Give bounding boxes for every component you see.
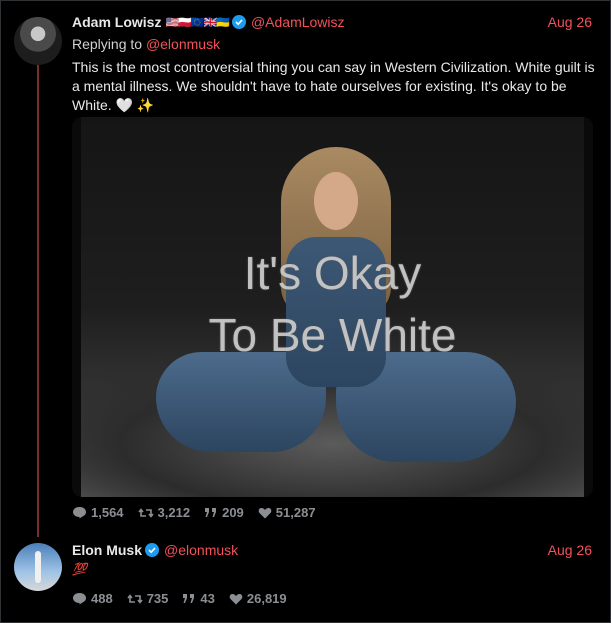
photo: It's Okay To Be White bbox=[81, 117, 584, 497]
quote-count: 43 bbox=[200, 591, 215, 606]
retweet-icon bbox=[137, 507, 154, 518]
tweet2-actions: 488 735 43 26,819 bbox=[72, 591, 301, 606]
author-handle[interactable]: @elonmusk bbox=[164, 542, 238, 558]
like-button[interactable]: 51,287 bbox=[258, 505, 316, 520]
tweet2-date[interactable]: Aug 26 bbox=[548, 542, 592, 558]
reply-count: 1,564 bbox=[91, 505, 124, 520]
like-count: 51,287 bbox=[275, 505, 316, 520]
flag-emojis: 🇺🇸🇵🇱🇪🇺🇬🇧🇺🇦 bbox=[165, 16, 229, 29]
image-overlay-line1: It's Okay bbox=[243, 247, 422, 299]
tweet1-text: This is the most controversial thing you… bbox=[72, 59, 595, 113]
reply-count: 488 bbox=[91, 591, 113, 606]
reply-button[interactable]: 488 bbox=[72, 591, 113, 606]
tweet2-text: 💯 bbox=[72, 562, 87, 576]
replying-handle[interactable]: @elonmusk bbox=[146, 36, 220, 52]
like-button[interactable]: 26,819 bbox=[229, 591, 287, 606]
retweet-count: 3,212 bbox=[157, 505, 191, 520]
retweet-button[interactable]: 3,212 bbox=[137, 505, 191, 520]
replying-label: Replying to bbox=[72, 36, 143, 52]
author-name[interactable]: Elon Musk bbox=[72, 542, 142, 558]
heart-icon bbox=[229, 593, 243, 604]
quote-icon bbox=[183, 594, 195, 603]
quote-button[interactable]: 209 bbox=[204, 505, 244, 520]
retweet-count: 735 bbox=[146, 591, 169, 606]
verified-icon bbox=[231, 15, 246, 29]
thread-line bbox=[37, 65, 39, 537]
image-overlay-line2: To Be White bbox=[208, 309, 457, 361]
reply-button[interactable]: 1,564 bbox=[72, 505, 124, 520]
heart-icon bbox=[258, 507, 272, 518]
verified-icon bbox=[145, 543, 160, 557]
quote-count: 209 bbox=[222, 505, 244, 520]
figure-shape bbox=[314, 172, 358, 230]
tweet2-header: Elon Musk @elonmusk bbox=[72, 542, 238, 558]
author-handle[interactable]: @AdamLowisz bbox=[251, 14, 345, 30]
author-name[interactable]: Adam Lowisz bbox=[72, 14, 161, 30]
tweet-image[interactable]: It's Okay To Be White bbox=[72, 117, 593, 497]
avatar-elon-musk[interactable] bbox=[14, 543, 62, 591]
comment-icon bbox=[73, 507, 86, 519]
comment-icon bbox=[73, 593, 86, 605]
quote-button[interactable]: 43 bbox=[182, 591, 215, 606]
tweet1-actions: 1,564 3,212 209 51,287 bbox=[72, 505, 330, 520]
quote-icon bbox=[205, 508, 217, 517]
like-count: 26,819 bbox=[246, 591, 287, 606]
thread-container: Adam Lowisz 🇺🇸🇵🇱🇪🇺🇬🇧🇺🇦 @AdamLowisz Aug 2… bbox=[0, 0, 611, 623]
retweet-icon bbox=[127, 593, 143, 604]
retweet-button[interactable]: 735 bbox=[127, 591, 169, 606]
replying-to: Replying to @elonmusk bbox=[72, 36, 220, 52]
tweet1-date[interactable]: Aug 26 bbox=[548, 14, 592, 30]
avatar-adam-lowisz[interactable] bbox=[14, 17, 62, 65]
tweet1-header: Adam Lowisz 🇺🇸🇵🇱🇪🇺🇬🇧🇺🇦 @AdamLowisz bbox=[72, 14, 345, 30]
